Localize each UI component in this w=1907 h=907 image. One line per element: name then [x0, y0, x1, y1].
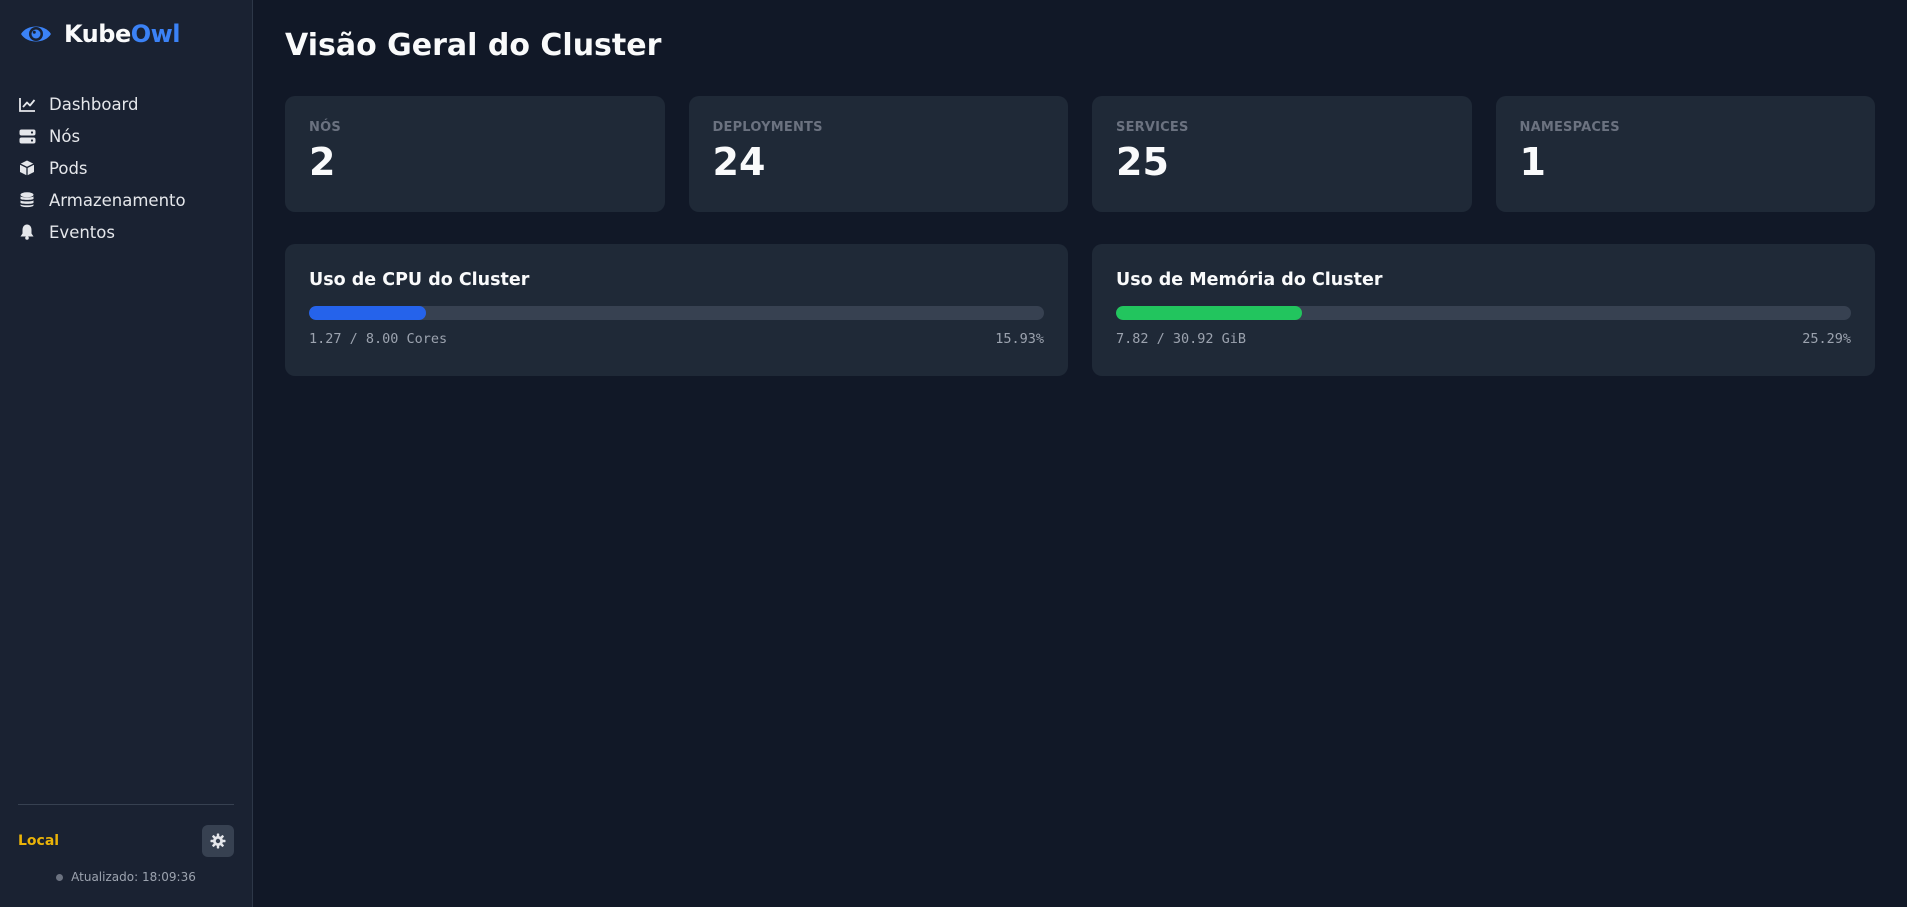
- last-updated-text: Atualizado: 18:09:36: [71, 870, 196, 884]
- settings-button[interactable]: [202, 825, 234, 857]
- cpu-usage-detail: 1.27 / 8.00 Cores: [309, 331, 448, 347]
- memory-usage-card: Uso de Memória do Cluster 7.82 / 30.92 G…: [1092, 244, 1875, 376]
- sidebar-nav: Dashboard Nós Pods Armazenamento Eventos: [18, 88, 234, 248]
- stat-label: NAMESPACES: [1519, 120, 1620, 135]
- bell-icon: [18, 223, 36, 241]
- stat-value: 1: [1519, 140, 1546, 184]
- server-icon: [18, 127, 36, 145]
- app-root: Kube Owl Dashboard Nós Pods Armazenament…: [0, 0, 1907, 907]
- gear-icon: [210, 833, 226, 849]
- sidebar-item-events[interactable]: Eventos: [18, 216, 234, 248]
- brand-name-part2: Owl: [130, 20, 181, 48]
- cube-icon: [18, 159, 36, 177]
- memory-usage-title: Uso de Memória do Cluster: [1116, 270, 1383, 290]
- memory-usage-percent: 25.29%: [1802, 331, 1851, 347]
- chart-line-icon: [18, 95, 36, 113]
- sidebar-item-label: Eventos: [49, 222, 115, 242]
- sidebar-item-nodes[interactable]: Nós: [18, 120, 234, 152]
- cpu-progress-track: [309, 306, 1044, 320]
- sidebar-footer: Local Atualizado: 18:09:36: [18, 804, 234, 907]
- memory-progress-track: [1116, 306, 1851, 320]
- sidebar: Kube Owl Dashboard Nós Pods Armazenament…: [0, 0, 253, 907]
- sidebar-item-label: Armazenamento: [49, 190, 186, 210]
- stat-value: 24: [712, 140, 766, 184]
- stat-label: NÓS: [309, 120, 341, 135]
- stat-card-namespaces: NAMESPACES 1: [1495, 96, 1875, 212]
- stat-card-nodes: NÓS 2: [285, 96, 665, 212]
- sidebar-item-label: Dashboard: [49, 94, 139, 114]
- context-row: Local: [18, 825, 234, 857]
- brand-logo[interactable]: Kube Owl: [18, 0, 234, 68]
- stat-label: DEPLOYMENTS: [712, 120, 823, 135]
- stats-row: NÓS 2 DEPLOYMENTS 24 SERVICES 25 NAMESPA…: [285, 96, 1875, 212]
- database-icon: [18, 191, 36, 209]
- sidebar-item-pods[interactable]: Pods: [18, 152, 234, 184]
- page-title: Visão Geral do Cluster: [285, 28, 662, 63]
- memory-progress-fill: [1116, 306, 1302, 320]
- stat-card-services: SERVICES 25: [1092, 96, 1472, 212]
- cpu-usage-percent: 15.93%: [995, 331, 1044, 347]
- cpu-usage-meta: 1.27 / 8.00 Cores 15.93%: [309, 331, 1044, 347]
- eye-icon: [18, 16, 54, 52]
- cpu-usage-title: Uso de CPU do Cluster: [309, 270, 530, 290]
- cpu-progress-fill: [309, 306, 427, 320]
- sidebar-item-label: Pods: [49, 158, 88, 178]
- usage-row: Uso de CPU do Cluster 1.27 / 8.00 Cores …: [285, 244, 1875, 376]
- main-content: Visão Geral do Cluster NÓS 2 DEPLOYMENTS…: [253, 0, 1907, 907]
- last-updated: Atualizado: 18:09:36: [18, 870, 234, 884]
- stat-value: 25: [1116, 140, 1169, 184]
- cluster-context-label[interactable]: Local: [18, 833, 59, 849]
- memory-usage-meta: 7.82 / 30.92 GiB 25.29%: [1116, 331, 1851, 347]
- cpu-usage-card: Uso de CPU do Cluster 1.27 / 8.00 Cores …: [285, 244, 1068, 376]
- stat-value: 2: [309, 140, 336, 184]
- sidebar-item-label: Nós: [49, 126, 81, 146]
- memory-usage-detail: 7.82 / 30.92 GiB: [1116, 331, 1247, 347]
- stat-card-deployments: DEPLOYMENTS 24: [688, 96, 1068, 212]
- status-dot: [56, 873, 64, 881]
- sidebar-item-storage[interactable]: Armazenamento: [18, 184, 234, 216]
- brand-name-part1: Kube: [64, 20, 131, 48]
- sidebar-item-dashboard[interactable]: Dashboard: [18, 88, 234, 120]
- stat-label: SERVICES: [1116, 120, 1189, 135]
